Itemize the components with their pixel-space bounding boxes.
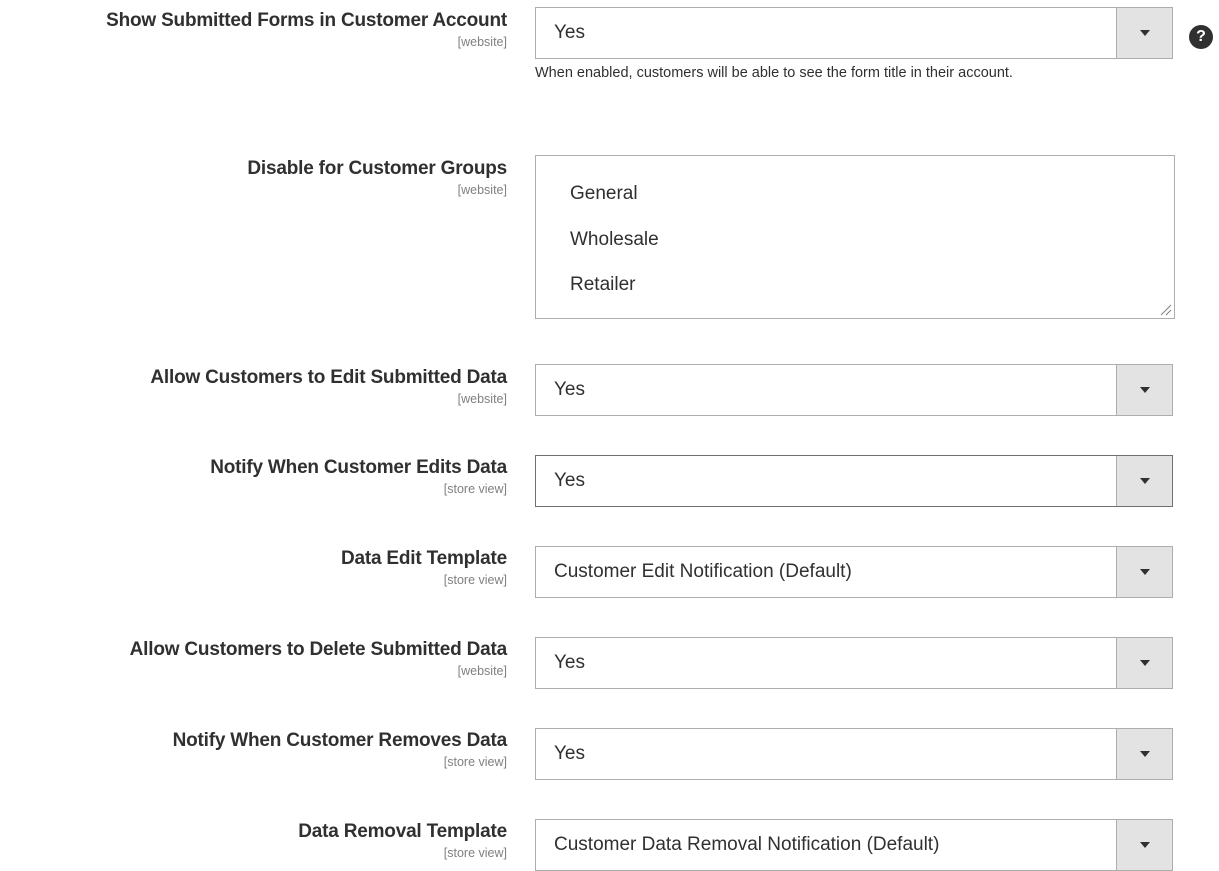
show-submitted-forms-select[interactable]: Yes [535, 7, 1173, 59]
chevron-down-icon [1139, 569, 1150, 575]
option-wholesale[interactable]: Wholesale [570, 228, 659, 252]
scope-label: [store view] [443, 846, 507, 860]
field-label-notify-edits: Notify When Customer Edits Data [store v… [210, 456, 507, 497]
data-removal-template-select[interactable]: Customer Data Removal Notification (Defa… [535, 819, 1173, 871]
dropdown-toggle[interactable] [1116, 365, 1172, 415]
dropdown-toggle[interactable] [1116, 820, 1172, 870]
field-title: Notify When Customer Removes Data [172, 730, 508, 751]
scope-label: [website] [457, 35, 507, 49]
select-value: Yes [554, 743, 585, 764]
scope-label: [website] [457, 183, 507, 197]
question-circle-icon[interactable]: ? [1189, 25, 1213, 49]
select-value: Yes [554, 652, 585, 673]
field-title: Allow Customers to Edit Submitted Data [150, 367, 507, 388]
field-title: Show Submitted Forms in Customer Account [106, 10, 507, 31]
field-title: Data Removal Template [298, 821, 507, 842]
field-label-show-submitted-forms: Show Submitted Forms in Customer Account… [106, 9, 507, 50]
scope-label: [store view] [443, 573, 507, 587]
select-value: Customer Edit Notification (Default) [554, 561, 852, 582]
customer-groups-multiselect[interactable]: General Wholesale Retailer [535, 155, 1175, 319]
data-edit-template-select[interactable]: Customer Edit Notification (Default) [535, 546, 1173, 598]
field-label-notify-removes: Notify When Customer Removes Data [store… [172, 729, 508, 770]
field-note: When enabled, customers will be able to … [535, 65, 1013, 81]
chevron-down-icon [1139, 30, 1150, 36]
field-title: Data Edit Template [340, 548, 507, 569]
chevron-down-icon [1139, 842, 1150, 848]
field-label-data-edit-template: Data Edit Template [store view] [341, 547, 507, 588]
dropdown-toggle[interactable] [1116, 547, 1172, 597]
dropdown-toggle[interactable] [1116, 638, 1172, 688]
dropdown-toggle[interactable] [1116, 456, 1172, 506]
chevron-down-icon [1139, 751, 1150, 757]
option-retailer[interactable]: Retailer [570, 273, 635, 297]
scope-label: [store view] [443, 482, 507, 496]
dropdown-toggle[interactable] [1116, 729, 1172, 779]
dropdown-toggle[interactable] [1116, 8, 1172, 58]
chevron-down-icon [1139, 478, 1150, 484]
select-value: Yes [554, 379, 585, 400]
field-title: Notify When Customer Edits Data [210, 457, 507, 478]
field-label-disable-customer-groups: Disable for Customer Groups [website] [247, 157, 507, 198]
notify-edits-select[interactable]: Yes [535, 455, 1173, 507]
allow-delete-select[interactable]: Yes [535, 637, 1173, 689]
notify-removes-select[interactable]: Yes [535, 728, 1173, 780]
field-label-data-removal-template: Data Removal Template [store view] [298, 820, 507, 861]
select-value: Customer Data Removal Notification (Defa… [554, 834, 940, 855]
allow-edit-select[interactable]: Yes [535, 364, 1173, 416]
select-value: Yes [554, 470, 585, 491]
select-value: Yes [554, 22, 585, 43]
field-label-allow-delete: Allow Customers to Delete Submitted Data… [129, 638, 508, 679]
field-label-allow-edit: Allow Customers to Edit Submitted Data [… [150, 366, 507, 407]
field-title: Disable for Customer Groups [247, 158, 507, 179]
field-title: Allow Customers to Delete Submitted Data [129, 639, 508, 660]
option-general[interactable]: General [570, 182, 638, 206]
scope-label: [store view] [443, 755, 507, 769]
resize-handle-icon[interactable] [1158, 302, 1172, 316]
chevron-down-icon [1139, 387, 1150, 393]
scope-label: [website] [457, 664, 507, 678]
chevron-down-icon [1139, 660, 1150, 666]
scope-label: [website] [457, 392, 507, 406]
